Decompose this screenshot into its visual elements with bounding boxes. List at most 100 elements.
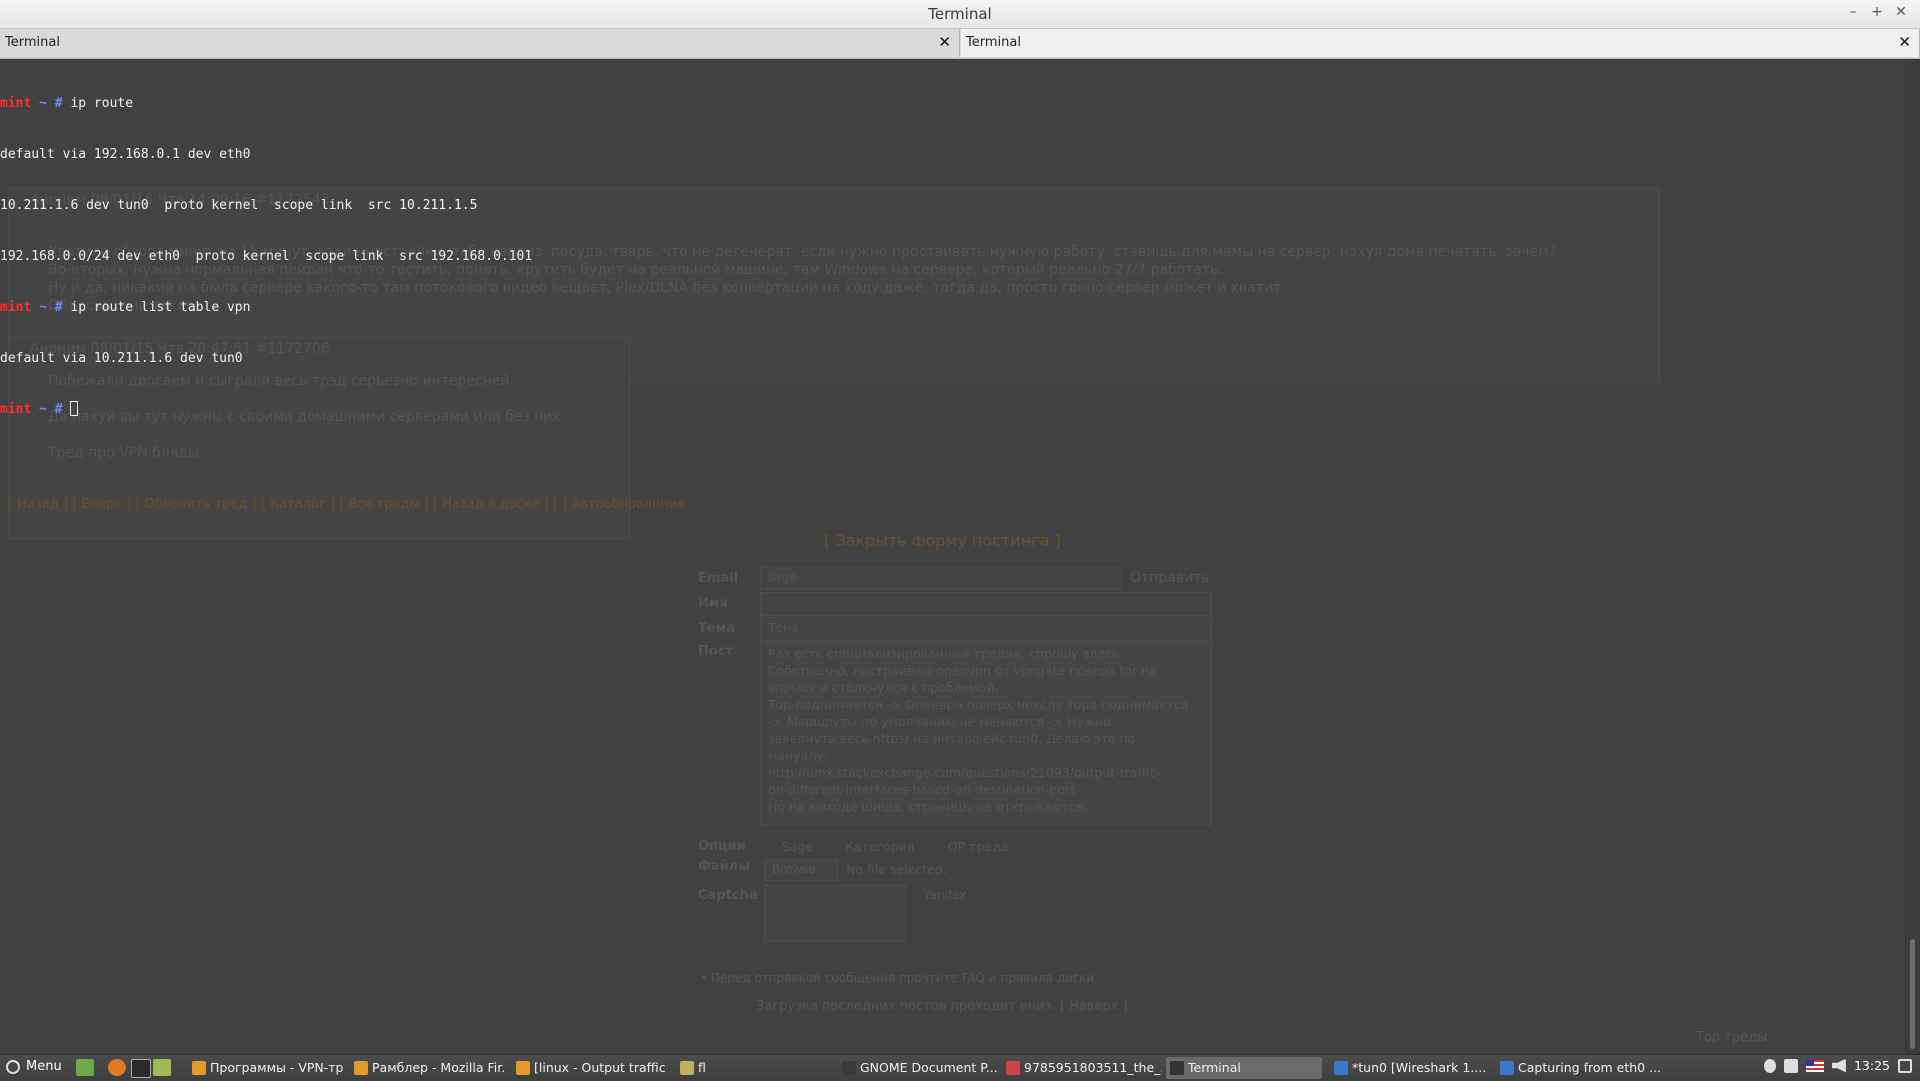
volume-icon[interactable]: [1831, 1058, 1846, 1073]
firefox-icon: [192, 1061, 206, 1075]
tab-terminal-1[interactable]: Terminal ✕: [0, 29, 960, 57]
ghost-post-text-line: on-different-interfaces-based-on-destina…: [768, 782, 1076, 797]
terminal-window: Terminal – + ✕ Terminal ✕ Terminal ✕ Ано…: [0, 0, 1920, 1054]
terminal-line: 10.211.1.6 dev tun0 proto kernel scope l…: [0, 198, 478, 213]
scrollbar-thumb[interactable]: [1910, 939, 1915, 1049]
taskbar-item[interactable]: GNOME Document P...: [838, 1057, 998, 1079]
menu-gear-icon: [6, 1059, 20, 1074]
ghost-post-text-line: Но на выходе шиша, страницы не открывают…: [768, 799, 1088, 814]
tab-close-icon[interactable]: ✕: [938, 33, 951, 51]
window-title: Terminal: [928, 5, 992, 23]
firefox-launcher-icon[interactable]: [108, 1059, 126, 1076]
ghost-subject-label: Тема: [698, 621, 736, 636]
terminal-line: default via 192.168.0.1 dev eth0: [0, 147, 251, 162]
ghost-options-label: Опции: [698, 839, 746, 854]
text-cursor: [70, 401, 79, 416]
ghost-option: Sage: [782, 839, 814, 854]
ghost-email-field: [760, 566, 1122, 590]
document-viewer-icon: [842, 1061, 856, 1075]
show-desktop-icon[interactable]: [76, 1059, 94, 1076]
ghost-post-text-line: -> Маршруты по умолчанию не меняются -> …: [768, 714, 1111, 729]
ghost-reply-link: [ Закрыть форму постинга ]: [824, 531, 1061, 550]
ghost-files-label: Файлы: [698, 859, 751, 874]
user-icon[interactable]: [1763, 1058, 1776, 1073]
ghost-name-field: [760, 592, 1212, 616]
ghost-subject-field: [760, 617, 1212, 641]
command-text: ip route list table vpn: [62, 300, 251, 315]
terminal-line: mint ~ # ip route list table vpn: [0, 299, 1900, 316]
taskbar-item[interactable]: Программы - VPN-тр...: [188, 1057, 344, 1079]
window-controls: – + ✕: [1846, 3, 1908, 21]
taskbar-item[interactable]: *tun0 [Wireshark 1....: [1330, 1057, 1494, 1079]
ghost-post-text-line: впрыск и столкнулся с проблемой.: [768, 680, 999, 695]
taskbar-item-label: 9785951803511_the_...: [1024, 1060, 1162, 1075]
command-text: [63, 402, 71, 417]
prompt-dir: ~: [31, 402, 55, 417]
taskbar-item-label: Terminal: [1188, 1060, 1241, 1075]
ghost-captcha-brand: Yandex: [924, 888, 967, 902]
firefox-icon: [516, 1061, 530, 1075]
tab-close-icon[interactable]: ✕: [1898, 33, 1911, 51]
ghost-post-text-line: завернуть весь https/ на интерфейс tun0.…: [768, 731, 1136, 746]
network-icon[interactable]: [1783, 1058, 1798, 1073]
terminal-launcher-icon[interactable]: [131, 1059, 151, 1078]
maximize-button[interactable]: +: [1870, 3, 1884, 21]
ghost-post-text-line: мануалу:: [768, 748, 828, 763]
ghost-thread-nav: [ Назад ] [ Вверх ] [ Обновить тред ] [ …: [8, 497, 685, 512]
files-launcher-icon[interactable]: [153, 1059, 171, 1076]
notifications-icon[interactable]: [1898, 1058, 1912, 1073]
ghost-post-text-line: Раз есть специализированный тредик, спро…: [768, 646, 1124, 661]
taskbar-item-active[interactable]: Terminal: [1166, 1057, 1322, 1079]
ghost-browse-button: [764, 859, 838, 881]
taskbar-item-label: Программы - VPN-тр...: [210, 1060, 344, 1075]
ghost-browse-label: Browse...: [772, 862, 828, 876]
folder-icon: [680, 1061, 694, 1075]
keyboard-layout-flag-icon[interactable]: [1805, 1059, 1824, 1072]
terminal-icon: [1170, 1061, 1184, 1075]
taskbar-item[interactable]: [linux - Output traffic ...: [512, 1057, 668, 1079]
tab-terminal-2[interactable]: Terminal ✕: [961, 29, 1920, 57]
menu-button[interactable]: Menu: [6, 1059, 62, 1074]
terminal-line: mint ~ # ip route: [0, 95, 1900, 112]
terminal-scrollbar[interactable]: [1905, 59, 1920, 1054]
taskbar-item-label: GNOME Document P...: [860, 1060, 998, 1075]
minimize-button[interactable]: –: [1846, 3, 1860, 21]
ghost-post-textarea: [760, 642, 1212, 826]
ghost-files-status: No file selected.: [846, 862, 947, 877]
ghost-post-text-line: Собственно, настраиваю openvpn от vpngat…: [768, 663, 1157, 678]
taskbar-item[interactable]: Рамблер - Mozilla Fir...: [350, 1057, 506, 1079]
taskbar-item-label: fl: [698, 1060, 706, 1075]
prompt-symbol: #: [54, 96, 63, 111]
wireshark-icon: [1500, 1061, 1514, 1075]
tab-bar: Terminal ✕ Terminal ✕: [0, 29, 1920, 59]
terminal-line: mint ~ #: [0, 401, 1900, 418]
prompt-symbol: #: [54, 402, 63, 417]
prompt-dir: ~: [31, 96, 55, 111]
prompt-symbol: #: [54, 300, 63, 315]
ghost-captcha-image: [764, 885, 906, 942]
terminal-line: 192.168.0.0/24 dev eth0 proto kernel sco…: [0, 249, 533, 264]
ghost-email-label: Email: [698, 571, 739, 586]
ghost-option: Категория: [845, 839, 915, 854]
ghost-option: OP треда: [948, 839, 1009, 854]
ghost-post-text-line: Тор поднимается -> Опенврн поверх нексля…: [768, 697, 1189, 712]
command-text: ip route: [62, 96, 134, 111]
taskbar-item-label: Capturing from eth0 ...: [1518, 1060, 1660, 1075]
taskbar: Menu Программы - VPN-тр... Рамблер - Moz…: [0, 1054, 1920, 1081]
ghost-footer: Загрузка последних постов проходит вниз.…: [756, 999, 1128, 1014]
wireshark-icon: [1334, 1061, 1348, 1075]
terminal-output[interactable]: mint ~ # ip route default via 192.168.0.…: [0, 61, 1900, 452]
close-window-button[interactable]: ✕: [1894, 3, 1908, 21]
taskbar-item[interactable]: fl: [676, 1057, 832, 1079]
ghost-rules: • Перед отправкой сообщения прочтите FAQ…: [700, 971, 1099, 985]
pdf-icon: [1006, 1061, 1020, 1075]
terminal-line: default via 10.211.1.6 dev tun0: [0, 351, 243, 366]
ghost-post-text-line: http://unix.stackexchange.com/questions/…: [768, 765, 1161, 780]
tab-label: Terminal: [966, 35, 1021, 50]
ghost-name-label: Имя: [698, 596, 728, 611]
taskbar-item-label: [linux - Output traffic ...: [534, 1060, 668, 1075]
taskbar-item[interactable]: Capturing from eth0 ...: [1496, 1057, 1660, 1079]
menu-label: Menu: [26, 1059, 62, 1074]
taskbar-item[interactable]: 9785951803511_the_...: [1002, 1057, 1162, 1079]
clock[interactable]: 13:25: [1854, 1058, 1890, 1073]
